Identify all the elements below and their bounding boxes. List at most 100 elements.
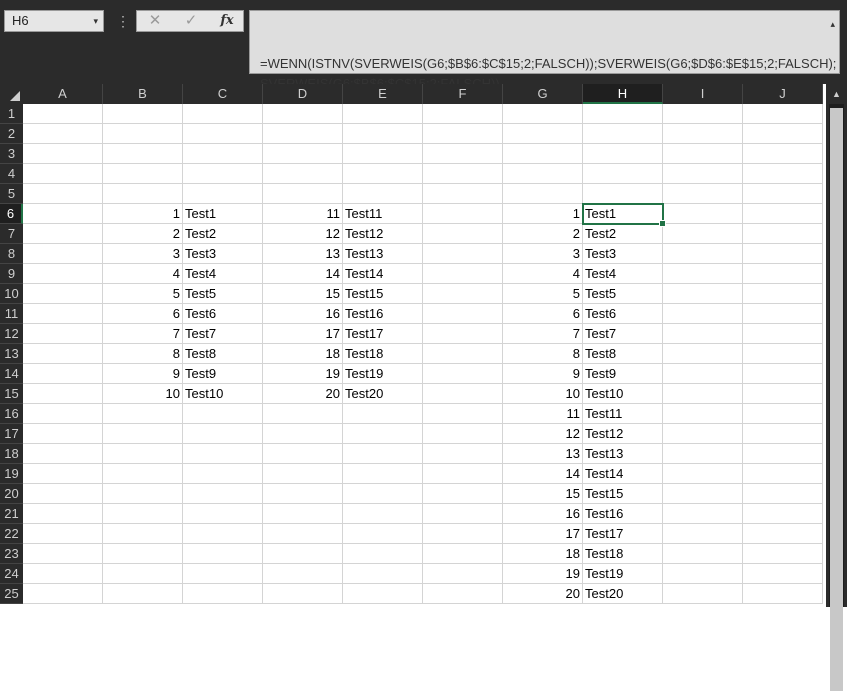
row-header-3[interactable]: 3 (0, 144, 23, 164)
cell-e6[interactable]: Test11 (343, 204, 423, 224)
cell-b23[interactable] (103, 544, 183, 564)
cell-a24[interactable] (23, 564, 103, 584)
cell-f16[interactable] (423, 404, 503, 424)
cell-h22[interactable]: Test17 (583, 524, 663, 544)
cell-f24[interactable] (423, 564, 503, 584)
cell-c11[interactable]: Test6 (183, 304, 263, 324)
formula-input[interactable]: =WENN(ISTNV(SVERWEIS(G6;$B$6:$C$15;2;FAL… (249, 10, 840, 91)
cell-g13[interactable]: 8 (503, 344, 583, 364)
cell-f22[interactable] (423, 524, 503, 544)
row-header-23[interactable]: 23 (0, 544, 23, 564)
cell-g18[interactable]: 13 (503, 444, 583, 464)
cell-d5[interactable] (263, 184, 343, 204)
cell-e19[interactable] (343, 464, 423, 484)
cell-e5[interactable] (343, 184, 423, 204)
cell-h24[interactable]: Test19 (583, 564, 663, 584)
vertical-scrollbar[interactable]: ▲ (826, 84, 847, 691)
cell-b15[interactable]: 10 (103, 384, 183, 404)
row-header-25[interactable]: 25 (0, 584, 23, 604)
cell-c23[interactable] (183, 544, 263, 564)
cell-b10[interactable]: 5 (103, 284, 183, 304)
cell-a15[interactable] (23, 384, 103, 404)
cell-i12[interactable] (663, 324, 743, 344)
collapse-formula-bar-icon[interactable]: ▴ (830, 14, 835, 34)
cell-c20[interactable] (183, 484, 263, 504)
cell-i1[interactable] (663, 104, 743, 124)
cell-a4[interactable] (23, 164, 103, 184)
cell-i18[interactable] (663, 444, 743, 464)
cell-j17[interactable] (743, 424, 823, 444)
cell-a13[interactable] (23, 344, 103, 364)
fill-handle[interactable] (659, 220, 666, 227)
cell-d1[interactable] (263, 104, 343, 124)
cell-f13[interactable] (423, 344, 503, 364)
cell-i25[interactable] (663, 584, 743, 604)
cell-j10[interactable] (743, 284, 823, 304)
cell-d25[interactable] (263, 584, 343, 604)
cell-h6[interactable]: Test1 (583, 204, 663, 224)
cell-a22[interactable] (23, 524, 103, 544)
row-header-16[interactable]: 16 (0, 404, 23, 424)
cell-c2[interactable] (183, 124, 263, 144)
row-header-13[interactable]: 13 (0, 344, 23, 364)
cell-i8[interactable] (663, 244, 743, 264)
row-header-7[interactable]: 7 (0, 224, 23, 244)
cell-d8[interactable]: 13 (263, 244, 343, 264)
row-header-15[interactable]: 15 (0, 384, 23, 404)
cell-i22[interactable] (663, 524, 743, 544)
cell-e18[interactable] (343, 444, 423, 464)
cell-b6[interactable]: 1 (103, 204, 183, 224)
cell-g10[interactable]: 5 (503, 284, 583, 304)
column-header-d[interactable]: D (263, 84, 343, 104)
cell-d4[interactable] (263, 164, 343, 184)
cell-b2[interactable] (103, 124, 183, 144)
row-header-14[interactable]: 14 (0, 364, 23, 384)
cell-j14[interactable] (743, 364, 823, 384)
cell-c9[interactable]: Test4 (183, 264, 263, 284)
cell-d3[interactable] (263, 144, 343, 164)
cell-e8[interactable]: Test13 (343, 244, 423, 264)
cell-b18[interactable] (103, 444, 183, 464)
cell-h14[interactable]: Test9 (583, 364, 663, 384)
column-header-i[interactable]: I (663, 84, 743, 104)
cell-g2[interactable] (503, 124, 583, 144)
cell-e13[interactable]: Test18 (343, 344, 423, 364)
cell-i23[interactable] (663, 544, 743, 564)
cell-f2[interactable] (423, 124, 503, 144)
cell-c8[interactable]: Test3 (183, 244, 263, 264)
cell-a8[interactable] (23, 244, 103, 264)
cell-d14[interactable]: 19 (263, 364, 343, 384)
cell-c24[interactable] (183, 564, 263, 584)
cell-a21[interactable] (23, 504, 103, 524)
row-header-9[interactable]: 9 (0, 264, 23, 284)
cell-c7[interactable]: Test2 (183, 224, 263, 244)
row-header-19[interactable]: 19 (0, 464, 23, 484)
cell-c15[interactable]: Test10 (183, 384, 263, 404)
column-header-f[interactable]: F (423, 84, 503, 104)
cell-f10[interactable] (423, 284, 503, 304)
cell-e10[interactable]: Test15 (343, 284, 423, 304)
scroll-up-icon[interactable]: ▲ (826, 86, 847, 102)
cell-g1[interactable] (503, 104, 583, 124)
cell-b12[interactable]: 7 (103, 324, 183, 344)
cell-b25[interactable] (103, 584, 183, 604)
cell-b1[interactable] (103, 104, 183, 124)
more-options-icon[interactable]: ⋮ (116, 12, 130, 30)
cell-i7[interactable] (663, 224, 743, 244)
row-header-5[interactable]: 5 (0, 184, 23, 204)
cell-j11[interactable] (743, 304, 823, 324)
cell-h15[interactable]: Test10 (583, 384, 663, 404)
cell-a10[interactable] (23, 284, 103, 304)
cell-j19[interactable] (743, 464, 823, 484)
column-header-e[interactable]: E (343, 84, 423, 104)
cell-a1[interactable] (23, 104, 103, 124)
cell-g12[interactable]: 7 (503, 324, 583, 344)
cell-b8[interactable]: 3 (103, 244, 183, 264)
cell-a2[interactable] (23, 124, 103, 144)
cell-h8[interactable]: Test3 (583, 244, 663, 264)
cell-a3[interactable] (23, 144, 103, 164)
row-header-1[interactable]: 1 (0, 104, 23, 124)
cell-i4[interactable] (663, 164, 743, 184)
cell-g3[interactable] (503, 144, 583, 164)
cell-d2[interactable] (263, 124, 343, 144)
